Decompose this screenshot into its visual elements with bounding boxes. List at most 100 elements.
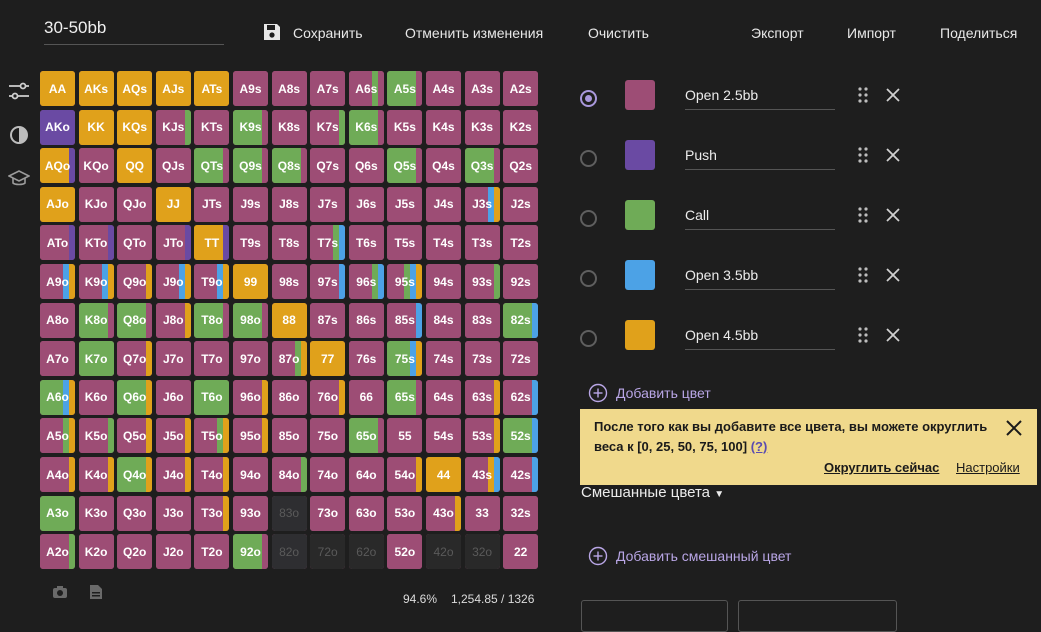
hand-cell[interactable]: Q7o: [117, 341, 153, 377]
hand-cell[interactable]: J6o: [155, 379, 191, 415]
hand-cell[interactable]: 65o: [348, 418, 384, 454]
hand-cell[interactable]: 85s: [387, 302, 423, 338]
document-icon[interactable]: [89, 584, 103, 600]
hand-cell[interactable]: K7s: [310, 109, 346, 145]
hand-cell[interactable]: Q8o: [117, 302, 153, 338]
hand-cell[interactable]: J3o: [155, 495, 191, 531]
hand-cell[interactable]: Q2s: [503, 148, 539, 184]
hand-cell[interactable]: T6s: [348, 225, 384, 261]
hand-cell[interactable]: K3s: [464, 109, 500, 145]
hand-cell[interactable]: JTs: [194, 186, 230, 222]
hand-cell[interactable]: 53s: [464, 418, 500, 454]
hand-cell[interactable]: K2o: [78, 534, 114, 570]
remove-color-icon[interactable]: [885, 207, 901, 223]
hand-cell[interactable]: 63o: [348, 495, 384, 531]
hand-cell[interactable]: K6o: [78, 379, 114, 415]
hand-cell[interactable]: 84o: [271, 457, 307, 492]
hand-cell[interactable]: J3s: [464, 186, 500, 222]
graduation-cap-icon[interactable]: [7, 168, 31, 190]
hand-cell[interactable]: T8o: [194, 302, 230, 338]
hand-cell[interactable]: Q3s: [464, 148, 500, 184]
color-row[interactable]: Push: [580, 140, 910, 180]
color-radio[interactable]: [580, 210, 597, 227]
hand-cell[interactable]: J8s: [271, 186, 307, 222]
hand-cell[interactable]: 73o: [310, 495, 346, 531]
hand-cell[interactable]: 76o: [310, 379, 346, 415]
drag-handle-icon[interactable]: [857, 206, 869, 224]
hand-cell[interactable]: A7s: [310, 71, 346, 106]
hand-cell[interactable]: 94s: [426, 264, 461, 299]
hand-cell[interactable]: 43o: [426, 495, 461, 531]
add-color-icon[interactable]: [588, 383, 608, 403]
add-mixed-color-icon[interactable]: [588, 546, 608, 566]
remove-color-icon[interactable]: [885, 267, 901, 283]
color-radio[interactable]: [580, 150, 597, 167]
hand-cell[interactable]: 55: [387, 418, 423, 454]
hand-cell[interactable]: J9o: [155, 264, 191, 299]
hand-cell[interactable]: K4o: [78, 457, 114, 492]
undo-changes-button[interactable]: Отменить изменения: [405, 23, 543, 43]
hand-cell[interactable]: T2s: [503, 225, 539, 261]
save-icon[interactable]: [262, 22, 282, 42]
hand-cell[interactable]: K8s: [271, 109, 307, 145]
color-radio[interactable]: [580, 270, 597, 287]
hand-cell[interactable]: 96s: [348, 264, 384, 299]
hand-cell[interactable]: K8o: [78, 302, 114, 338]
hand-cell[interactable]: Q6o: [117, 379, 153, 415]
hand-cell[interactable]: KTo: [78, 225, 114, 261]
help-link[interactable]: (?): [751, 439, 768, 454]
drag-handle-icon[interactable]: [857, 326, 869, 344]
hand-cell[interactable]: TT: [194, 225, 230, 261]
hand-cell[interactable]: J4o: [155, 457, 191, 492]
hand-range-grid[interactable]: AA AKs AQs AJs ATs A9s A8s A7s A6s A5s A4s A3s A2s AK…: [40, 71, 542, 573]
hand-cell[interactable]: Q8s: [271, 148, 307, 184]
color-swatch[interactable]: [625, 260, 655, 290]
hand-cell[interactable]: J2s: [503, 186, 539, 222]
hand-cell[interactable]: A6s: [348, 71, 384, 106]
hand-cell[interactable]: K5s: [387, 109, 423, 145]
hand-cell[interactable]: K3o: [78, 495, 114, 531]
close-icon[interactable]: [1005, 419, 1023, 437]
hand-cell[interactable]: K5o: [78, 418, 114, 454]
hand-cell[interactable]: 52s: [503, 418, 539, 454]
hand-cell[interactable]: 64s: [426, 379, 461, 415]
hand-cell[interactable]: 86s: [348, 302, 384, 338]
hand-cell[interactable]: 98s: [271, 264, 307, 299]
add-mixed-color-button[interactable]: Добавить смешанный цвет: [616, 548, 791, 564]
hand-cell[interactable]: AKo: [40, 109, 75, 145]
hand-cell[interactable]: A3s: [464, 71, 500, 106]
hand-cell[interactable]: J8o: [155, 302, 191, 338]
hand-cell[interactable]: JJ: [155, 186, 191, 222]
color-radio[interactable]: [580, 330, 597, 347]
hand-cell[interactable]: 92o: [233, 534, 268, 570]
hand-cell[interactable]: T6o: [194, 379, 230, 415]
hand-cell[interactable]: A8s: [271, 71, 307, 106]
hand-cell[interactable]: A5o: [40, 418, 75, 454]
hand-cell[interactable]: Q6s: [348, 148, 384, 184]
round-now-link[interactable]: Округлить сейчас: [824, 460, 939, 475]
color-radio[interactable]: [580, 90, 597, 107]
hand-cell[interactable]: Q7s: [310, 148, 346, 184]
contrast-icon[interactable]: [8, 124, 30, 146]
hand-cell[interactable]: K2s: [503, 109, 539, 145]
hand-cell[interactable]: A9s: [233, 71, 268, 106]
color-swatch[interactable]: [625, 320, 655, 350]
drag-handle-icon[interactable]: [857, 86, 869, 104]
hand-cell[interactable]: KQo: [78, 148, 114, 184]
hand-cell[interactable]: 93o: [233, 495, 268, 531]
hand-cell[interactable]: ATo: [40, 225, 75, 261]
hand-cell[interactable]: 54s: [426, 418, 461, 454]
hand-cell[interactable]: AJo: [40, 186, 75, 222]
hand-cell[interactable]: 74o: [310, 457, 346, 492]
hand-cell[interactable]: 74s: [426, 341, 461, 377]
hand-cell[interactable]: 42o: [426, 534, 461, 570]
hand-cell[interactable]: 76s: [348, 341, 384, 377]
hand-cell[interactable]: Q4s: [426, 148, 461, 184]
hand-cell[interactable]: J7s: [310, 186, 346, 222]
hand-cell[interactable]: 84s: [426, 302, 461, 338]
hand-cell[interactable]: 33: [464, 495, 500, 531]
hand-cell[interactable]: 86o: [271, 379, 307, 415]
hand-cell[interactable]: 44: [426, 457, 461, 492]
color-swatch[interactable]: [625, 200, 655, 230]
range-name-input[interactable]: 30-50bb: [44, 14, 224, 45]
